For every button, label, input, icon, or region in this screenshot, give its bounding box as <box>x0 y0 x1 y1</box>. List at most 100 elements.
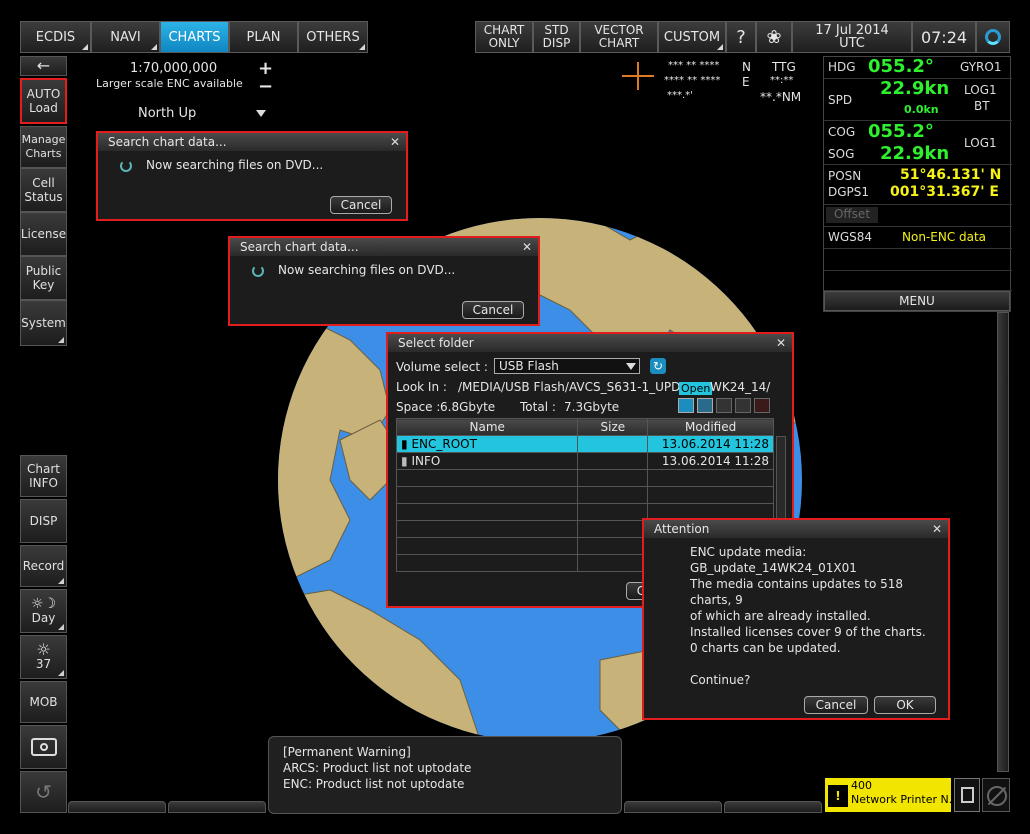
help-icon[interactable]: ? <box>726 21 756 53</box>
tab-ecdis[interactable]: ECDIS <box>20 21 91 53</box>
alert-bar[interactable]: ! 400 Network Printer N.. <box>825 778 956 812</box>
larger-scale-text: Larger scale ENC available <box>96 77 243 90</box>
bottom-bar-segment[interactable] <box>68 801 166 813</box>
disp-label: DISP <box>29 514 58 528</box>
button-corner-marker <box>58 578 64 584</box>
tab-corner-marker <box>151 44 157 50</box>
bottom-bar-segment[interactable] <box>724 801 822 813</box>
tab-plan[interactable]: PLAN <box>229 21 298 53</box>
row-modified: 13.06.2014 11:28 <box>647 452 774 470</box>
zoom-out-button[interactable]: − <box>258 76 273 97</box>
folder-icon: ▮ <box>401 454 408 468</box>
public-key-line1: Public <box>25 264 62 278</box>
new-folder-icon[interactable] <box>697 398 713 413</box>
row-modified: 13.06.2014 11:28 <box>647 435 774 453</box>
cancel-button[interactable]: Cancel <box>804 696 868 714</box>
tab-navi[interactable]: NAVI <box>91 21 160 53</box>
spd-value: 22.9kn <box>880 78 950 99</box>
row-size <box>577 435 649 453</box>
custom-button[interactable]: CUSTOM <box>658 21 726 53</box>
dgps-label: DGPS1 <box>828 185 870 199</box>
volume-select-dropdown[interactable]: USB Flash <box>494 358 640 374</box>
close-icon[interactable]: ✕ <box>776 334 786 352</box>
table-row[interactable]: ▮ ENC_ROOT 13.06.2014 11:28 <box>395 435 774 453</box>
vector-chart-line2: CHART <box>598 36 640 50</box>
record-button[interactable]: Record <box>20 545 67 587</box>
disp-button[interactable]: DISP <box>20 499 67 543</box>
auto-load-line1: AUTO <box>26 87 61 101</box>
std-disp-button[interactable]: STD DISP <box>533 21 580 53</box>
day-night-button[interactable]: ☼☽ Day <box>20 589 67 633</box>
view-detail-icon[interactable] <box>735 398 751 413</box>
table-row[interactable] <box>395 469 774 487</box>
permanent-warning-box: [Permanent Warning] ARCS: Product list n… <box>268 736 622 814</box>
total-label: Total : <box>520 400 556 414</box>
brightness-button[interactable]: ☼ 37 <box>20 635 67 679</box>
bottom-bar-segment[interactable] <box>624 801 722 813</box>
camera-button[interactable] <box>20 725 67 769</box>
settings-icon[interactable]: ❀ <box>756 21 792 53</box>
tab-charts-label: CHARTS <box>168 29 221 45</box>
scale-text: 1:70,000,000 <box>130 61 218 76</box>
open-tooltip: Open <box>679 382 713 395</box>
col-size[interactable]: Size <box>577 418 649 436</box>
total-value: 7.3Gbyte <box>564 400 620 414</box>
close-icon[interactable]: ✕ <box>522 238 532 256</box>
delete-icon[interactable] <box>754 398 770 413</box>
chart-scrollbar[interactable] <box>997 312 1009 772</box>
back-arrow-button[interactable]: ← <box>20 56 67 76</box>
ok-button[interactable]: OK <box>874 696 936 714</box>
search-dialog-2-message: Now searching files on DVD... <box>278 263 456 277</box>
table-row[interactable]: ▮ INFO 13.06.2014 11:28 <box>395 452 774 470</box>
cursor-lon-ew: E <box>742 75 750 89</box>
public-key-button[interactable]: Public Key <box>20 256 67 300</box>
day-label: Day <box>31 611 56 625</box>
bottom-bar-segment[interactable] <box>168 801 266 813</box>
time-display: 07:24 <box>912 21 976 53</box>
alert-list-icon[interactable] <box>954 778 980 812</box>
license-button[interactable]: License <box>20 212 67 256</box>
menu-button[interactable]: MENU <box>824 291 1010 311</box>
system-button[interactable]: System <box>20 300 67 346</box>
chart-only-button[interactable]: CHART ONLY <box>475 21 533 53</box>
record-label: Record <box>22 559 65 573</box>
tab-others[interactable]: OTHERS <box>298 21 368 53</box>
orientation-dropdown-icon[interactable] <box>256 110 266 117</box>
mob-button[interactable]: MOB <box>20 681 67 723</box>
cell-status-line2: Status <box>24 190 63 204</box>
chart-info-line2: INFO <box>29 476 58 490</box>
tab-corner-marker <box>82 44 88 50</box>
undo-button[interactable]: ↺ <box>20 771 67 813</box>
offset-button[interactable]: Offset <box>826 207 878 223</box>
volume-select-label: Volume select : <box>396 360 488 374</box>
custom-label: CUSTOM <box>663 29 721 45</box>
refresh-icon[interactable]: ↻ <box>650 358 666 374</box>
folder-up-icon[interactable] <box>678 398 694 413</box>
cancel-button[interactable]: Cancel <box>330 196 392 214</box>
col-modified[interactable]: Modified <box>647 418 774 436</box>
manage-charts-button[interactable]: Manage Charts <box>20 126 67 168</box>
sog-value: 22.9kn <box>880 143 950 164</box>
vector-chart-button[interactable]: VECTOR CHART <box>580 21 658 53</box>
table-row[interactable] <box>395 486 774 504</box>
warning-icon: ! <box>828 785 848 807</box>
mute-icon[interactable] <box>982 778 1010 812</box>
space-value: 6.8Gbyte <box>440 400 496 414</box>
orientation-text[interactable]: North Up <box>138 106 196 121</box>
attention-line: GB_update_14WK24_01X01 <box>690 561 857 575</box>
attention-line: ENC update media: <box>690 545 807 559</box>
auto-load-button[interactable]: AUTO Load <box>20 78 67 124</box>
cancel-button[interactable]: Cancel <box>462 301 524 319</box>
close-icon[interactable]: ✕ <box>932 520 942 538</box>
hdg-label: HDG <box>828 60 856 74</box>
attention-dialog: Attention ✕ ENC update media: GB_update_… <box>642 518 950 720</box>
chart-info-button[interactable]: Chart INFO <box>20 455 67 497</box>
cell-status-button[interactable]: Cell Status <box>20 168 67 212</box>
top-bar: ECDIS NAVI CHARTS PLAN OTHERS CHART ONLY … <box>20 21 1010 55</box>
close-icon[interactable]: ✕ <box>390 133 400 151</box>
auto-load-line2: Load <box>29 101 58 115</box>
row-name-cell: ▮ ENC_ROOT <box>395 435 579 453</box>
view-list-icon[interactable] <box>716 398 732 413</box>
col-name[interactable]: Name <box>395 418 579 436</box>
tab-charts[interactable]: CHARTS <box>160 21 229 53</box>
